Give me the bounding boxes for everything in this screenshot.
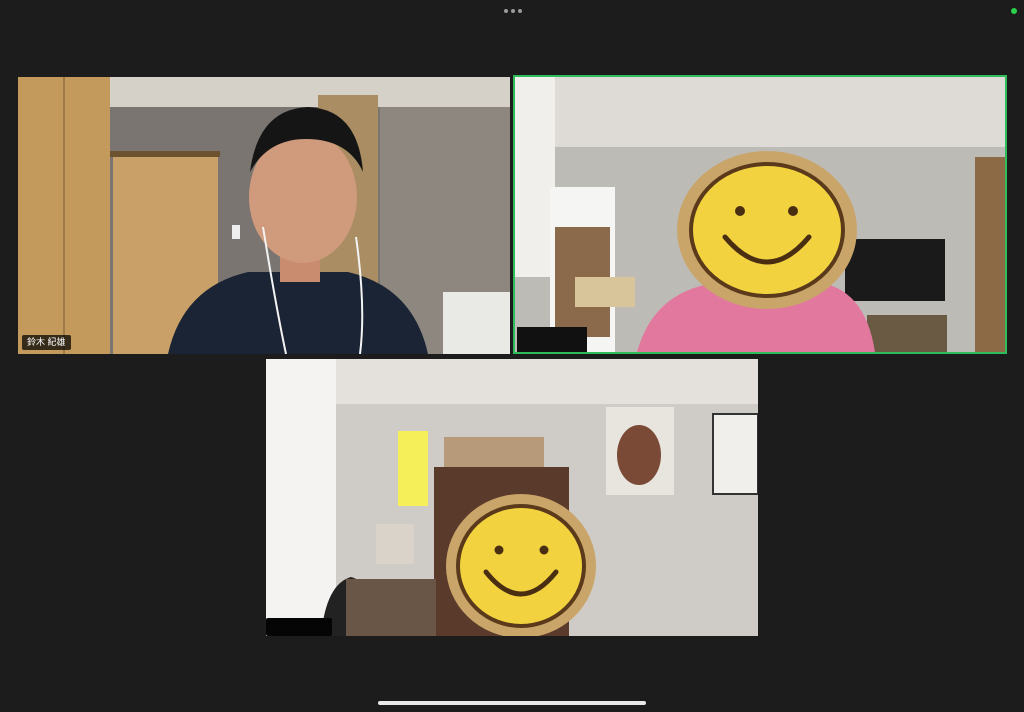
dot [511, 9, 515, 13]
participant-name-tag: 鈴木 紀雄 [22, 335, 71, 350]
more-options-icon[interactable] [503, 6, 523, 16]
participant-name-tag [266, 618, 332, 636]
camera-indicator-icon [1011, 8, 1017, 14]
video-tile-participant-1[interactable]: 鈴木 紀雄 [18, 77, 510, 354]
video-tile-participant-3[interactable] [266, 359, 758, 636]
video-feed [18, 77, 510, 354]
dot [518, 9, 522, 13]
home-indicator[interactable] [378, 701, 646, 705]
smiley-face-icon [677, 151, 857, 309]
smiley-face-icon [446, 494, 596, 636]
dot [504, 9, 508, 13]
video-tile-participant-2[interactable] [515, 77, 1005, 352]
